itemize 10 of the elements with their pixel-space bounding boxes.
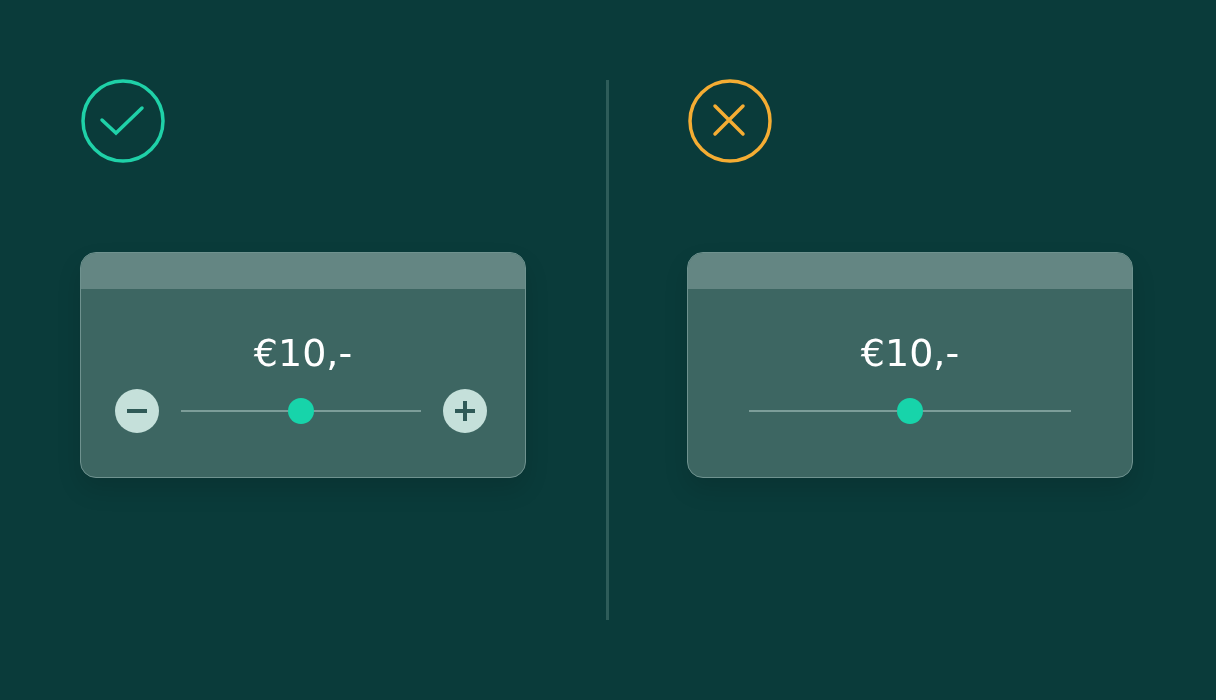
checkmark-icon (80, 78, 166, 164)
price-value: €10,- (252, 330, 354, 377)
close-icon (687, 78, 773, 164)
plus-icon (455, 401, 475, 421)
price-value: €10,- (859, 330, 961, 377)
slider-thumb[interactable] (288, 398, 314, 424)
minus-icon (127, 409, 147, 413)
slider-thumb[interactable] (897, 398, 923, 424)
decrease-button[interactable] (115, 389, 159, 433)
increase-button[interactable] (443, 389, 487, 433)
